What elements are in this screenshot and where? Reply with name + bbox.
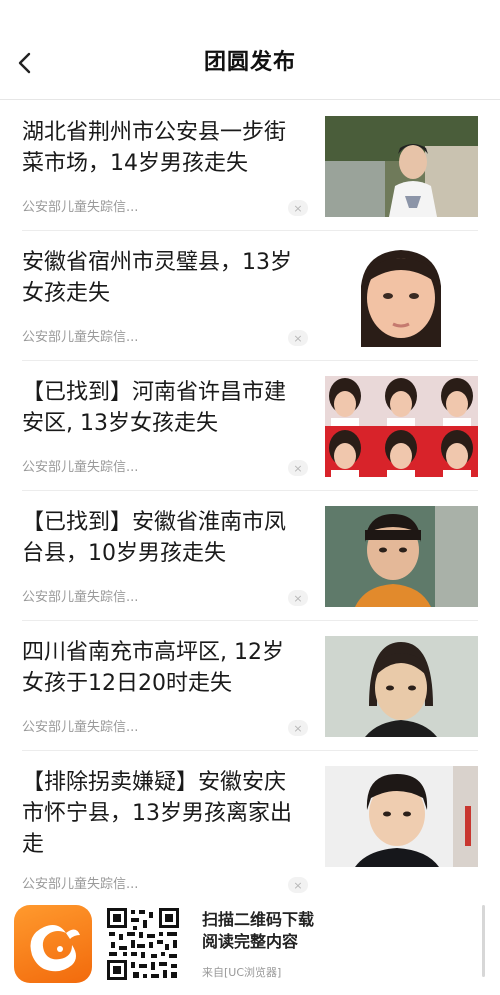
dismiss-button[interactable]: × <box>288 330 308 346</box>
download-banner[interactable]: 扫描二维码下载 阅读完整内容 来自[UC浏览器] <box>0 902 500 995</box>
cta-line-2: 阅读完整内容 <box>202 932 299 951</box>
dismiss-button[interactable]: × <box>288 590 308 606</box>
item-thumbnail[interactable] <box>325 246 478 347</box>
item-headline[interactable]: 湖北省荆州市公安县一步街菜市场，14岁男孩走失 <box>22 117 305 179</box>
boy-classroom-photo <box>325 506 478 607</box>
item-headline[interactable]: 【已找到】安徽省淮南市凤台县，10岁男孩走失 <box>22 507 305 569</box>
item-thumbnail[interactable] <box>325 636 478 737</box>
news-list: 湖北省荆州市公安县一步街菜市场，14岁男孩走失 公安部儿童失踪信... × 安徽… <box>0 101 500 907</box>
list-item[interactable]: 【排除拐卖嫌疑】安徽安庆市怀宁县，13岁男孩离家出走 公安部儿童失踪信... × <box>22 751 478 907</box>
cta-line-1: 扫描二维码下载 <box>202 910 315 929</box>
item-headline[interactable]: 【已找到】河南省许昌市建安区, 13岁女孩走失 <box>22 377 305 439</box>
item-source: 公安部儿童失踪信... <box>22 330 139 345</box>
dismiss-button[interactable]: × <box>288 460 308 476</box>
dismiss-button[interactable]: × <box>288 200 308 216</box>
list-item[interactable]: 湖北省荆州市公安县一步街菜市场，14岁男孩走失 公安部儿童失踪信... × <box>22 101 478 231</box>
item-source: 公安部儿童失踪信... <box>22 877 139 892</box>
list-item[interactable]: 【已找到】安徽省淮南市凤台县，10岁男孩走失 公安部儿童失踪信... × <box>22 491 478 621</box>
boy-indoor-photo <box>325 766 478 867</box>
item-headline[interactable]: 【排除拐卖嫌疑】安徽安庆市怀宁县，13岁男孩离家出走 <box>22 767 305 860</box>
source-app-label: 来自[UC浏览器] <box>202 966 282 979</box>
top-bar: 团圆发布 <box>0 0 500 100</box>
list-item[interactable]: 四川省南充市高坪区, 12岁女孩于12日20时走失 公安部儿童失踪信... × <box>22 621 478 751</box>
item-source: 公安部儿童失踪信... <box>22 720 139 735</box>
dismiss-button[interactable]: × <box>288 877 308 893</box>
item-headline[interactable]: 安徽省宿州市灵璧县，13岁女孩走失 <box>22 247 305 309</box>
qr-code-icon <box>105 906 181 982</box>
download-cta[interactable]: 扫描二维码下载 阅读完整内容 <box>202 909 314 953</box>
item-source: 公安部儿童失踪信... <box>22 460 139 475</box>
item-headline[interactable]: 四川省南充市高坪区, 12岁女孩于12日20时走失 <box>22 637 305 699</box>
item-thumbnail[interactable] <box>325 116 478 217</box>
list-item[interactable]: 【已找到】河南省许昌市建安区, 13岁女孩走失 公安部儿童失踪信... × <box>22 361 478 491</box>
scrollbar[interactable] <box>482 905 485 977</box>
dismiss-button[interactable]: × <box>288 720 308 736</box>
item-source: 公安部儿童失踪信... <box>22 200 139 215</box>
item-thumbnail[interactable] <box>325 766 478 867</box>
girl-id-photo <box>325 636 478 737</box>
page-title: 团圆发布 <box>203 50 296 75</box>
item-source: 公安部儿童失踪信... <box>22 590 139 605</box>
item-thumbnail[interactable] <box>325 506 478 607</box>
item-thumbnail[interactable] <box>325 376 478 477</box>
uc-browser-squirrel-icon[interactable] <box>14 905 92 983</box>
boy-outdoor-photo <box>325 116 478 217</box>
list-item[interactable]: 安徽省宿州市灵璧县，13岁女孩走失 公安部儿童失踪信... × <box>22 231 478 361</box>
id-photos-grid <box>325 376 478 477</box>
girl-portrait-photo <box>325 246 478 347</box>
